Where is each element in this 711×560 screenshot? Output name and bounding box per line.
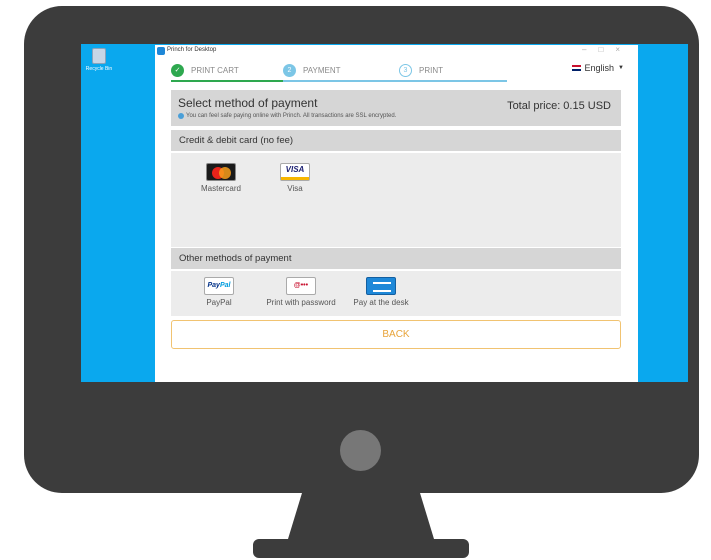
step-payment: 2 PAYMENT bbox=[283, 62, 340, 78]
step-print-cart[interactable]: ✓ PRINT CART bbox=[171, 62, 239, 78]
step-label: PRINT bbox=[419, 65, 443, 75]
close-icon[interactable]: × bbox=[615, 45, 632, 54]
monitor-base bbox=[253, 539, 469, 558]
visa-label: Visa bbox=[287, 184, 303, 193]
page-title: Select method of payment bbox=[178, 96, 318, 110]
back-button[interactable]: BACK bbox=[171, 320, 621, 349]
recycle-bin-label: Recycle Bin bbox=[85, 66, 113, 72]
mastercard-label: Mastercard bbox=[200, 184, 241, 193]
paypal-icon: PayPal bbox=[204, 277, 234, 295]
other-methods-section: PayPal PayPal @••• Print with password P… bbox=[171, 271, 621, 316]
checkout-steps: ✓ PRINT CART 2 PAYMENT 3 PRINT bbox=[171, 59, 507, 82]
step-label: PRINT CART bbox=[191, 65, 239, 75]
password-option[interactable]: @••• Print with password bbox=[255, 277, 347, 307]
lock-icon bbox=[178, 113, 184, 119]
recycle-bin-icon bbox=[92, 48, 106, 64]
step-print: 3 PRINT bbox=[399, 62, 443, 78]
window-title: Princh for Desktop bbox=[167, 47, 217, 53]
step-number: 2 bbox=[283, 63, 296, 77]
cards-section-title: Credit & debit card (no fee) bbox=[171, 130, 621, 151]
step-number: 3 bbox=[399, 63, 412, 77]
step-progress-done bbox=[171, 80, 283, 82]
security-note-text: You can feel safe paying online with Pri… bbox=[186, 113, 397, 119]
recycle-bin-shortcut[interactable]: Recycle Bin bbox=[85, 48, 113, 72]
visa-option[interactable]: VISA Visa bbox=[267, 163, 323, 193]
window-controls: –□× bbox=[582, 45, 632, 54]
monitor-button bbox=[340, 430, 381, 471]
desk-icon bbox=[366, 277, 396, 295]
desk-label: Pay at the desk bbox=[353, 298, 409, 307]
other-section-title: Other methods of payment bbox=[171, 248, 621, 269]
app-logo-icon bbox=[157, 47, 165, 55]
security-note: You can feel safe paying online with Pri… bbox=[178, 113, 396, 119]
maximize-icon[interactable]: □ bbox=[598, 45, 615, 54]
paypal-label: PayPal bbox=[206, 298, 232, 307]
monitor-frame: Recycle Bin Princh for Desktop –□× ✓ PRI… bbox=[24, 6, 699, 493]
app-window: Princh for Desktop –□× ✓ PRINT CART 2 PA… bbox=[155, 45, 638, 382]
check-icon: ✓ bbox=[171, 63, 184, 77]
password-label: Print with password bbox=[266, 298, 336, 307]
title-bar: Princh for Desktop –□× bbox=[155, 45, 638, 58]
step-progress-pending bbox=[283, 80, 507, 82]
password-icon: @••• bbox=[286, 277, 316, 295]
desk-option[interactable]: Pay at the desk bbox=[349, 277, 413, 307]
visa-icon: VISA bbox=[280, 163, 310, 181]
language-selector[interactable]: English ▼ bbox=[571, 63, 624, 73]
total-price: Total price: 0.15 USD bbox=[507, 100, 611, 112]
uk-flag-icon bbox=[571, 65, 581, 71]
mastercard-option[interactable]: Mastercard bbox=[193, 163, 249, 193]
mastercard-icon bbox=[206, 163, 236, 181]
step-label: PAYMENT bbox=[303, 65, 341, 75]
language-label: English bbox=[584, 63, 615, 73]
paypal-option[interactable]: PayPal PayPal bbox=[191, 277, 247, 307]
desktop-screen: Recycle Bin Princh for Desktop –□× ✓ PRI… bbox=[81, 44, 688, 382]
payment-header: Select method of payment You can feel sa… bbox=[171, 90, 621, 126]
cards-section: Mastercard VISA Visa bbox=[171, 153, 621, 247]
monitor-stand bbox=[288, 493, 434, 539]
monitor-illustration: Recycle Bin Princh for Desktop –□× ✓ PRI… bbox=[0, 0, 711, 560]
minimize-icon[interactable]: – bbox=[582, 45, 598, 54]
chevron-down-icon: ▼ bbox=[618, 65, 624, 71]
